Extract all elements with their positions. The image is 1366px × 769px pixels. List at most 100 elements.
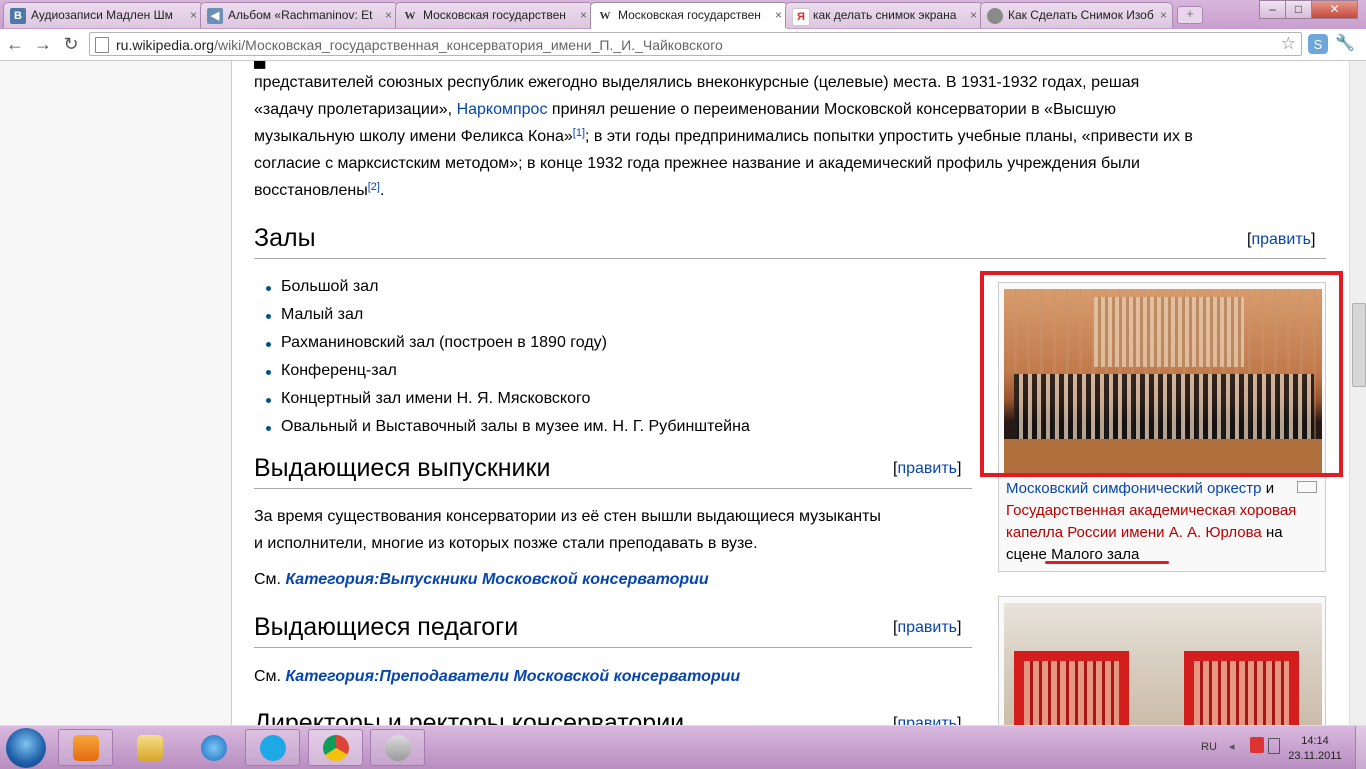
forward-button[interactable]: →: [32, 33, 54, 55]
audio-icon: [385, 735, 411, 761]
media-player-icon: [73, 735, 99, 761]
highlight-frame: [980, 271, 1343, 477]
category-link-teachers[interactable]: Категория:Преподаватели Московской консе…: [285, 668, 740, 685]
article-paragraph-line: согласие с марксистским методом»; в конц…: [254, 155, 1140, 172]
skype-icon: [260, 735, 286, 761]
system-clock[interactable]: 14:14 23.11.2011: [1282, 734, 1348, 764]
narkompros-link[interactable]: Наркомпрос: [457, 101, 548, 118]
browser-tab[interactable]: В Аудиозаписи Мадлен Шм ×: [3, 2, 203, 28]
tab-title: Альбом «Rachmaninov: Et: [228, 8, 373, 22]
yandex-icon: Я: [792, 8, 810, 26]
section-heading-teachers: Выдающиеся педагоги: [254, 613, 972, 648]
section-heading-directors: Директоры и ректоры консерватории: [254, 709, 972, 725]
see-also-teachers: См. Категория:Преподаватели Московской к…: [254, 668, 741, 685]
wikipedia-icon: W: [599, 10, 611, 22]
close-icon[interactable]: ×: [580, 8, 587, 22]
graduates-text-line: и исполнители, многие из которых позже с…: [254, 535, 758, 552]
globe-icon: [987, 8, 1003, 24]
close-icon[interactable]: ×: [190, 8, 197, 22]
taskbar-button-active[interactable]: [308, 729, 363, 766]
show-desktop-button[interactable]: [1355, 726, 1366, 769]
list-item: Конференц-зал: [266, 362, 397, 379]
browser-tab[interactable]: Я как делать снимок экрана ×: [785, 2, 983, 28]
scrollbar-thumb[interactable]: [1352, 303, 1366, 387]
new-tab-button[interactable]: +: [1177, 6, 1203, 24]
page-content: █ представителей союзных республик ежего…: [0, 61, 1349, 725]
taskbar-button[interactable]: [370, 729, 425, 766]
highlight-underline: [1045, 561, 1169, 564]
minimize-button[interactable]: –: [1259, 0, 1286, 19]
list-item[interactable]: Большой зал: [265, 278, 378, 296]
close-icon[interactable]: ×: [1160, 8, 1167, 22]
url-text[interactable]: ru.wikipedia.org/wiki/Московская_государ…: [116, 37, 723, 53]
chrome-icon: [323, 735, 349, 761]
file-explorer-icon: [137, 735, 163, 761]
browser-tab[interactable]: ◀ Альбом «Rachmaninov: Et ×: [200, 2, 398, 28]
list-item: Овальный и Выставочный залы в музее им. …: [266, 418, 750, 435]
article-paragraph-line: музыкальную школу имени Феликса Кона»[1]…: [254, 127, 1193, 145]
caption-link-chapel[interactable]: Государственная академическая хоровая: [1006, 502, 1296, 519]
language-indicator[interactable]: RU: [1201, 741, 1217, 753]
tab-title: Московская государствен: [618, 8, 761, 22]
maximize-button[interactable]: □: [1285, 0, 1312, 19]
tab-title: Как Сделать Снимок Изоб: [1008, 8, 1154, 22]
browser-tab[interactable]: Как Сделать Снимок Изоб ×: [980, 2, 1173, 28]
tab-strip: В Аудиозаписи Мадлен Шм × ◀ Альбом «Rach…: [0, 0, 1366, 30]
museum-hall-photo[interactable]: [1004, 603, 1322, 725]
article-paragraph-line: представителей союзных республик ежегодн…: [254, 74, 1140, 91]
tray-app-icon[interactable]: [1250, 737, 1264, 753]
browser-tab-active[interactable]: W Московская государствен ×: [590, 2, 788, 30]
tab-title: Аудиозаписи Мадлен Шм: [31, 8, 173, 22]
graduates-text-line: За время существования консерватории из …: [254, 508, 881, 525]
tray-expand-icon[interactable]: ◂: [1229, 740, 1235, 753]
taskbar-button[interactable]: [58, 729, 113, 766]
vk-icon: В: [10, 8, 26, 24]
browser-tab[interactable]: W Московская государствен ×: [395, 2, 593, 28]
extension-icon[interactable]: S: [1308, 34, 1328, 54]
caption-link-orchestra[interactable]: Московский симфонический оркестр: [1006, 480, 1262, 497]
windows-taskbar: RU ◂ 14:14 23.11.2011: [0, 725, 1366, 769]
speaker-icon: ◀: [207, 8, 223, 24]
address-bar[interactable]: ru.wikipedia.org/wiki/Московская_государ…: [89, 32, 1302, 56]
wrench-icon[interactable]: 🔧: [1334, 33, 1356, 55]
reload-button[interactable]: ↻: [60, 33, 82, 55]
internet-explorer-icon: [201, 735, 227, 761]
back-button[interactable]: ←: [4, 33, 26, 55]
wikipedia-icon: W: [404, 10, 416, 22]
red-panel: [1014, 651, 1129, 725]
taskbar-button[interactable]: [245, 729, 300, 766]
close-window-button[interactable]: ✕: [1311, 0, 1358, 19]
taskbar-button[interactable]: [186, 729, 241, 766]
start-button[interactable]: [6, 728, 46, 768]
tab-title: как делать снимок экрана: [813, 8, 957, 22]
caption-link-chapel[interactable]: капелла России имени А. А. Юрлова: [1006, 524, 1262, 541]
close-icon[interactable]: ×: [775, 8, 782, 22]
bookmark-star-icon[interactable]: ☆: [1281, 34, 1296, 54]
network-icon[interactable]: [1268, 738, 1280, 754]
image-thumbnail: [998, 596, 1326, 725]
footnote-link[interactable]: [2]: [368, 181, 380, 193]
list-item: Рахманиновский зал (построен в 1890 году…: [266, 334, 607, 351]
footnote-link[interactable]: [1]: [573, 127, 585, 139]
close-icon[interactable]: ×: [970, 8, 977, 22]
taskbar-button[interactable]: [122, 729, 177, 766]
section-heading-halls: Залы: [254, 224, 1326, 259]
tab-title: Московская государствен: [423, 8, 566, 22]
list-item: Малый зал: [265, 306, 364, 323]
see-also-graduates: См. Категория:Выпускники Московской конс…: [254, 571, 709, 588]
article-paragraph-line: восстановлены[2].: [254, 181, 385, 199]
article-paragraph-line: «задачу пролетаризации», Наркомпрос прин…: [254, 101, 1116, 118]
section-heading-graduates: Выдающиеся выпускники: [254, 454, 972, 489]
category-link-graduates[interactable]: Категория:Выпускники Московской консерва…: [285, 571, 708, 588]
list-item: Концертный зал имени Н. Я. Мясковского: [265, 390, 591, 407]
edit-link-teachers[interactable]: [править]: [893, 619, 961, 637]
edit-link-directors[interactable]: [править]: [893, 715, 961, 725]
red-panel: [1184, 651, 1299, 725]
vertical-scrollbar[interactable]: [1349, 61, 1366, 725]
browser-toolbar: ← → ↻ ru.wikipedia.org/wiki/Московская_г…: [0, 29, 1366, 61]
image-caption: Московский симфонический оркестр и Госуда…: [1006, 480, 1297, 563]
page-icon: [95, 37, 109, 53]
edit-link-graduates[interactable]: [править]: [893, 460, 961, 478]
edit-link-halls[interactable]: [править]: [1247, 231, 1315, 249]
close-icon[interactable]: ×: [385, 8, 392, 22]
